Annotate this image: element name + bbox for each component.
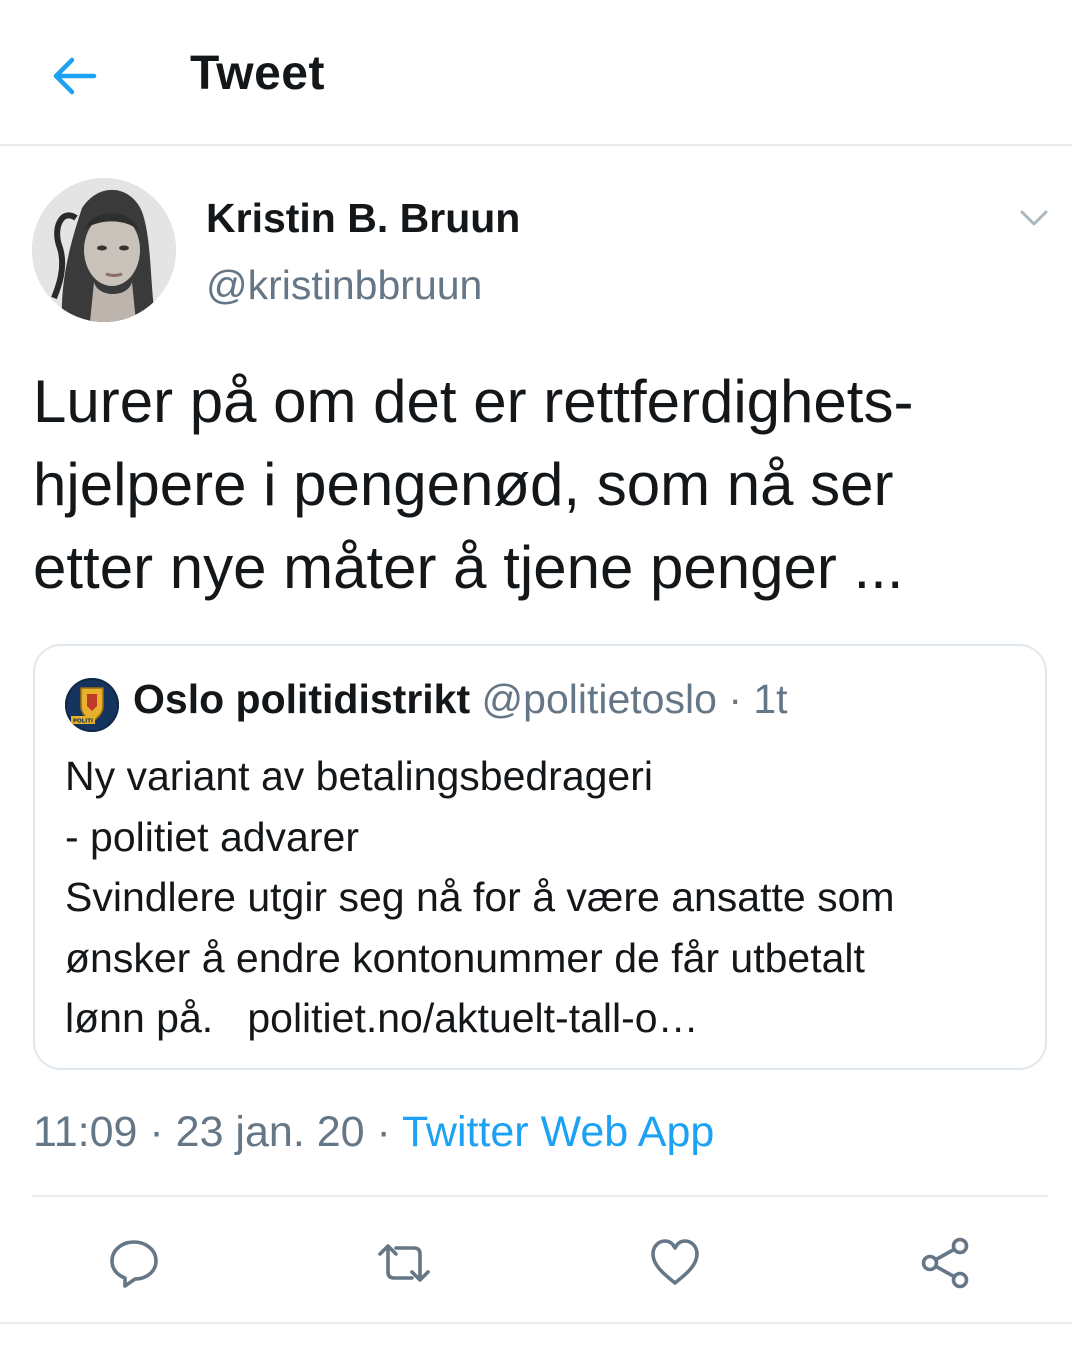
quoted-author-handle: @politietoslo [481, 676, 717, 722]
like-button[interactable] [640, 1228, 710, 1298]
separator-dot: · [728, 676, 742, 722]
top-bar: Tweet [0, 0, 1072, 146]
quoted-text-line: lønn på. politiet.no/aktuelt-tall-o… [65, 988, 1025, 1049]
quoted-author-name: Oslo politidistrikt [133, 676, 471, 722]
more-options-button[interactable] [1010, 198, 1058, 238]
reply-icon [110, 1240, 158, 1288]
tweet-source-link[interactable]: Twitter Web App [402, 1108, 714, 1156]
page-title: Tweet [190, 47, 325, 100]
quoted-tweet-time: 1t [753, 676, 788, 722]
author-name[interactable]: Kristin B. Bruun [206, 195, 520, 242]
police-badge-icon: POLITI [65, 678, 119, 732]
divider [32, 1195, 1048, 1197]
separator-dot: · [149, 1108, 164, 1156]
tweet-text-line: etter nye måter å tjene penger ... [33, 534, 904, 601]
share-button[interactable] [910, 1228, 980, 1298]
quoted-tweet-text: Ny variant av betalingsbedrageri - polit… [65, 746, 1025, 1049]
quoted-text-line: - politiet advarer [65, 813, 359, 860]
author-handle[interactable]: @kristinbbruun [206, 262, 482, 309]
tweet-date[interactable]: 23 jan. 20 [176, 1108, 365, 1156]
share-icon [921, 1237, 969, 1289]
tweet-text-line: Lurer på om det er rettferdighets- [33, 368, 914, 435]
tweet-text-line: hjelpere i pengenød, som nå ser [33, 451, 894, 518]
reply-button[interactable] [99, 1228, 169, 1298]
quoted-text-fragment: lønn på. [65, 995, 214, 1041]
retweet-button[interactable] [369, 1228, 439, 1298]
back-button[interactable] [40, 42, 108, 110]
tweet-time[interactable]: 11:09 [33, 1108, 137, 1156]
action-bar [0, 1228, 1072, 1298]
quoted-tweet-header: Oslo politidistrikt @politietoslo · 1t [133, 676, 788, 723]
quoted-tweet-link[interactable]: politiet.no/aktuelt-tall-o… [247, 995, 698, 1041]
quoted-text-line: Ny variant av betalingsbedrageri [65, 753, 653, 799]
quoted-text-line: Svindlere utgir seg nå for å være ansatt… [65, 874, 895, 920]
chevron-down-icon [1020, 210, 1048, 226]
divider [0, 1322, 1072, 1324]
quoted-tweet-card[interactable]: POLITI Oslo politidistrikt @politietoslo… [33, 644, 1047, 1070]
separator-dot: · [376, 1108, 391, 1156]
avatar-portrait-image [32, 178, 176, 322]
tweet-metadata: 11:09 · 23 jan. 20 · Twitter Web App [33, 1108, 714, 1157]
badge-text: POLITI [73, 719, 93, 725]
tweet-text: Lurer på om det er rettferdighets- hjelp… [33, 360, 1043, 609]
retweet-icon [378, 1244, 430, 1282]
quoted-text-line: ønsker å endre kontonummer de får utbeta… [65, 934, 865, 981]
arrow-left-icon [53, 57, 97, 95]
quoted-author-avatar: POLITI [65, 678, 119, 732]
like-icon [651, 1239, 699, 1285]
author-avatar[interactable] [32, 178, 176, 322]
